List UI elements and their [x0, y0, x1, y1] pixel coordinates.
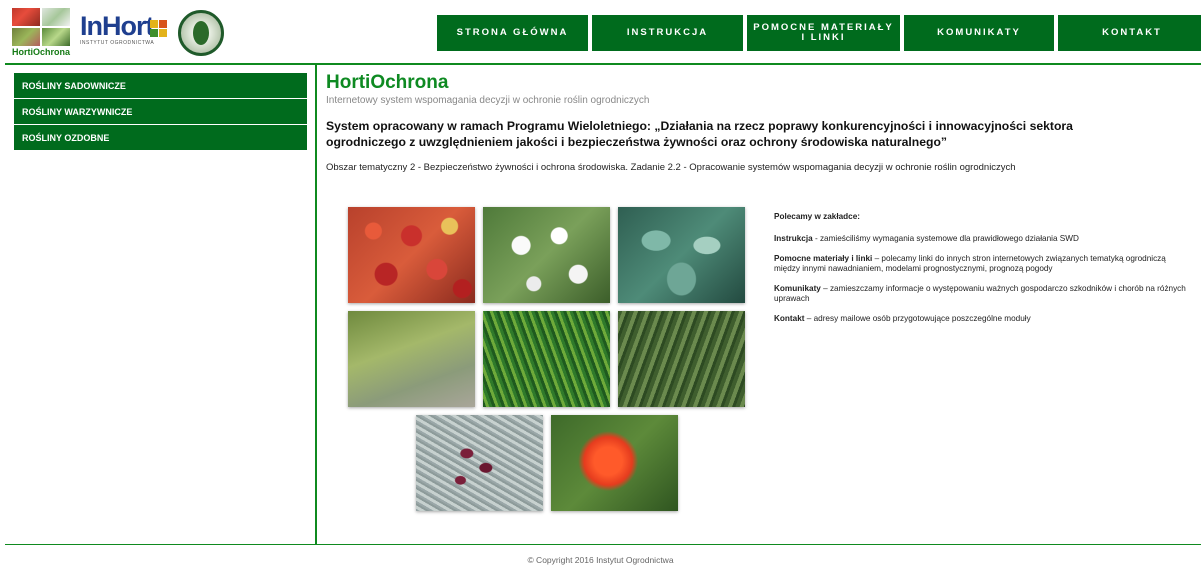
recommend-item: Komunikaty – zamieszczamy informacje o w… — [774, 284, 1186, 303]
recommend-item: Kontakt – adresy mailowe osób przygotowu… — [774, 314, 1031, 323]
page-subtitle: Internetowy system wspomagania decyzji w… — [326, 95, 650, 106]
sidebar-divider — [315, 65, 317, 545]
recommend-term[interactable]: Kontakt — [774, 314, 804, 323]
hedge-image — [618, 311, 745, 407]
nav-komunikaty[interactable]: KOMUNIKATY — [904, 15, 1054, 51]
leaves-image — [618, 207, 745, 303]
rose-image — [551, 415, 678, 511]
inhort-logo[interactable]: InHort INSTYTUT OGRODNICTWA — [80, 12, 172, 50]
recommend-item: Instrukcja - zamieściliśmy wymagania sys… — [774, 234, 1079, 243]
recommendations-heading: Polecamy w zakładce: — [774, 212, 861, 221]
logo-caption: HortiOchrona — [12, 47, 71, 57]
sidebar: ROŚLINY SADOWNICZE ROŚLINY WARZYWNICZE R… — [14, 73, 307, 151]
main-nav: STRONA GŁÓWNA INSTRUKCJA POMOCNE MATERIA… — [437, 15, 1201, 51]
recommend-item: Pomocne materiały i linki – polecamy lin… — [774, 254, 1166, 273]
nav-pomocne-materialy[interactable]: POMOCNE MATERIAŁY I LINKI — [747, 15, 900, 51]
nav-kontakt[interactable]: KONTAKT — [1058, 15, 1201, 51]
hortiochrona-logo[interactable]: HortiOchrona — [12, 8, 74, 58]
recommend-term[interactable]: Pomocne materiały i linki — [774, 254, 872, 263]
nav-instrukcja[interactable]: INSTRUKCJA — [592, 15, 743, 51]
sidebar-item-warzywnicze[interactable]: ROŚLINY WARZYWNICZE — [14, 99, 307, 124]
page-title: HortiOchrona — [326, 72, 449, 93]
sidebar-item-ozdobne[interactable]: ROŚLINY OZDOBNE — [14, 125, 307, 150]
footer-divider — [5, 544, 1201, 545]
inhort-subtitle: INSTYTUT OGRODNICTWA — [80, 40, 155, 46]
header-divider — [5, 63, 1201, 65]
nav-home[interactable]: STRONA GŁÓWNA — [437, 15, 588, 51]
shrub-image — [348, 311, 475, 407]
recommend-term[interactable]: Instrukcja — [774, 234, 813, 243]
program-description: System opracowany w ramach Programu Wiel… — [326, 119, 1073, 149]
logo-photo-grid — [12, 8, 74, 46]
photo-gallery — [348, 207, 748, 512]
footer-copyright: © Copyright 2016 Instytut Ogrodnictwa — [527, 555, 674, 565]
header: HortiOchrona InHort INSTYTUT OGRODNICTWA… — [0, 0, 1201, 64]
recommendations: Polecamy w zakładce: Instrukcja - zamieś… — [774, 212, 1189, 334]
recommend-term[interactable]: Komunikaty — [774, 284, 821, 293]
inhort-squares-icon — [150, 20, 167, 37]
insects-image — [416, 415, 543, 511]
main-content: HortiOchrona Internetowy system wspomaga… — [326, 72, 1186, 173]
blossom-image — [483, 207, 610, 303]
sidebar-item-sadownicze[interactable]: ROŚLINY SADOWNICZE — [14, 73, 307, 98]
weed-image — [483, 311, 610, 407]
wheat-emblem-icon — [178, 10, 224, 56]
apples-image — [348, 207, 475, 303]
thematic-area: Obszar tematyczny 2 - Bezpieczeństwo żyw… — [326, 162, 1016, 173]
